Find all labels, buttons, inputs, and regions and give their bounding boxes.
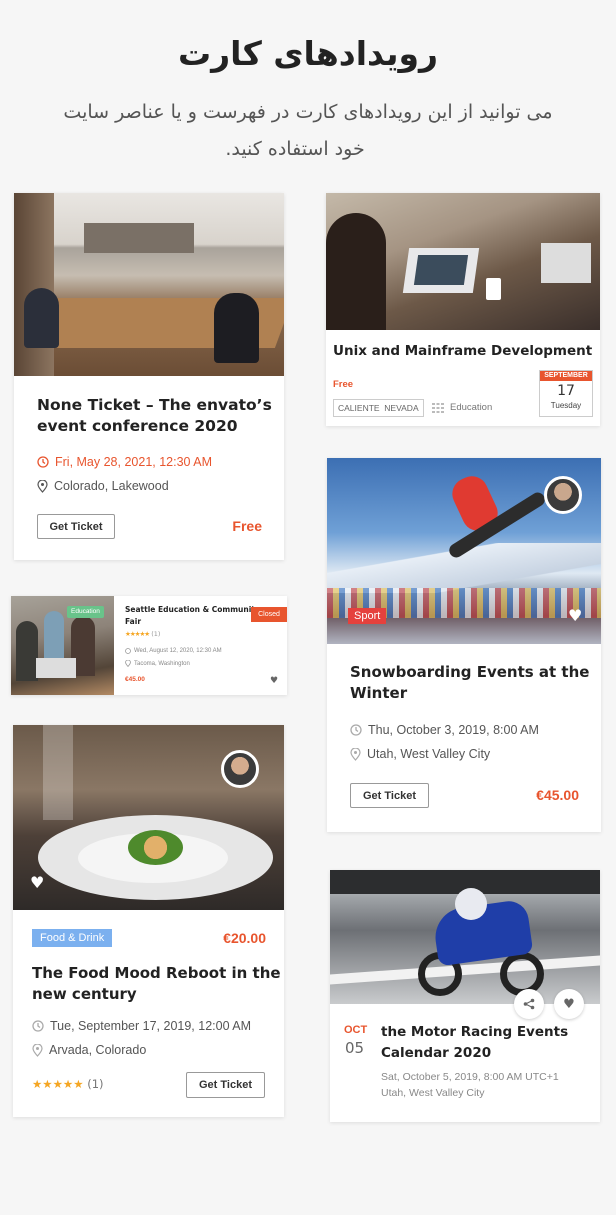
date-badge-month: SEPTEMBER — [540, 371, 592, 381]
event-date: Fri, May 28, 2021, 12:30 AM — [37, 455, 212, 469]
get-ticket-button[interactable]: Get Ticket — [186, 1072, 265, 1098]
event-title-line1[interactable]: the Motor Racing Events — [381, 1024, 568, 1040]
event-title-line2[interactable]: event conference 2020 — [37, 417, 238, 435]
category-badge[interactable]: Education — [67, 606, 104, 618]
event-date: Wed, August 12, 2020, 12:30 AM — [125, 648, 222, 654]
map-pin-icon — [32, 1043, 43, 1057]
page-subtitle-line1: می توانید از این رویدادهای کارت در فهرست… — [63, 101, 553, 123]
event-date-text: Thu, October 3, 2019, 8:00 AM — [368, 723, 539, 737]
event-card-food-mood[interactable]: ♥ Food & Drink €20.00 The Food Mood Rebo… — [13, 725, 284, 1117]
category-badge[interactable]: Food & Drink — [32, 929, 113, 947]
map-pin-icon — [37, 479, 48, 493]
event-location-text: Arvada, Colorado — [49, 1043, 147, 1057]
map-pin-icon — [125, 660, 131, 667]
heart-icon[interactable]: ♥ — [30, 873, 44, 892]
event-card-snowboarding[interactable]: Sport ♥ Snowboarding Events at the Winte… — [327, 458, 601, 832]
event-title-line2[interactable]: new century — [32, 985, 137, 1003]
event-tags[interactable]: CALIENTE NEVADA — [333, 399, 424, 417]
event-location: Tacoma, Washington — [125, 660, 190, 667]
event-title[interactable]: Unix and Mainframe Development — [333, 343, 592, 359]
event-price: €20.00 — [223, 930, 266, 946]
event-category: Education — [432, 402, 492, 413]
event-card-none-ticket[interactable]: None Ticket – The envato’s event confere… — [14, 193, 284, 560]
event-title-line2[interactable]: Winter — [350, 684, 407, 702]
heart-icon[interactable]: ♥ — [554, 989, 584, 1019]
rating-count: (1) — [151, 630, 161, 638]
event-title-line1[interactable]: The Food Mood Reboot in the — [32, 964, 281, 982]
event-photo-motorbike — [330, 870, 600, 1004]
rating: ★★★★★ (1) — [32, 1077, 104, 1091]
get-ticket-button[interactable]: Get Ticket — [350, 783, 429, 808]
event-card-motor-racing[interactable]: ♥ OCT 05 the Motor Racing Events Calenda… — [330, 870, 600, 1122]
date-badge-day: 17 — [557, 383, 575, 399]
share-icon[interactable] — [514, 989, 544, 1019]
date-badge: SEPTEMBER 17 Tuesday — [539, 370, 593, 417]
event-location-text: Tacoma, Washington — [134, 660, 190, 667]
grid-icon — [432, 402, 444, 413]
clock-icon — [125, 648, 131, 654]
clock-icon — [32, 1020, 44, 1032]
event-title-line1[interactable]: None Ticket – The envato’s — [37, 396, 272, 414]
category-badge[interactable]: Sport — [348, 608, 387, 624]
heart-icon[interactable]: ♥ — [568, 606, 582, 625]
page-title: رویدادهای کارت — [178, 34, 438, 73]
event-category-text: Education — [450, 402, 493, 413]
event-day: 05 — [345, 1039, 365, 1057]
heart-icon[interactable]: ♥ — [270, 676, 278, 686]
event-card-unix[interactable]: Unix and Mainframe Development Free CALI… — [326, 193, 600, 426]
rating-stars: ★★★★★ — [125, 630, 150, 638]
event-card-seattle[interactable]: Education Seattle Education & Community … — [11, 596, 287, 695]
event-title-line1[interactable]: Seattle Education & Community — [125, 605, 260, 614]
event-location-text: Colorado, Lakewood — [54, 479, 169, 493]
event-month: OCT — [344, 1024, 368, 1036]
event-title-line2[interactable]: Fair — [125, 617, 141, 626]
event-price: Free — [333, 379, 354, 390]
event-location: Arvada, Colorado — [32, 1043, 146, 1057]
rating-count: (1) — [87, 1077, 104, 1091]
event-location: Utah, West Valley City — [350, 747, 490, 761]
event-date: Sat, October 5, 2019, 8:00 AM UTC+1 — [381, 1071, 559, 1083]
event-photo-laptops — [326, 193, 600, 330]
event-date-text: Fri, May 28, 2021, 12:30 AM — [55, 455, 213, 469]
event-location-text: Utah, West Valley City — [367, 747, 491, 761]
event-location: Colorado, Lakewood — [37, 479, 169, 493]
event-title-line2[interactable]: Calendar 2020 — [381, 1045, 491, 1061]
event-date: Thu, October 3, 2019, 8:00 AM — [350, 723, 539, 737]
event-date-text: Wed, August 12, 2020, 12:30 AM — [134, 648, 222, 654]
event-title-line1[interactable]: Snowboarding Events at the — [350, 663, 589, 681]
get-ticket-button[interactable]: Get Ticket — [37, 514, 115, 539]
rating-stars: ★★★★★ — [32, 1077, 84, 1091]
organizer-avatar[interactable] — [221, 750, 259, 788]
organizer-avatar[interactable] — [544, 476, 582, 514]
date-badge-weekday: Tuesday — [550, 401, 582, 410]
event-price: €45.00 — [125, 676, 145, 683]
status-badge: Closed — [251, 607, 287, 622]
event-date-text: Tue, September 17, 2019, 12:00 AM — [50, 1019, 252, 1033]
clock-icon — [37, 456, 49, 468]
page-subtitle-line2: خود استفاده کنید. — [225, 138, 365, 160]
event-price: Free — [232, 518, 262, 534]
event-photo-meeting — [14, 193, 284, 376]
event-location: Utah, West Valley City — [381, 1087, 485, 1099]
clock-icon — [350, 724, 362, 736]
rating: ★★★★★ (1) — [125, 630, 160, 638]
map-pin-icon — [350, 747, 361, 761]
event-date: Tue, September 17, 2019, 12:00 AM — [32, 1019, 251, 1033]
event-price: €45.00 — [536, 787, 579, 803]
